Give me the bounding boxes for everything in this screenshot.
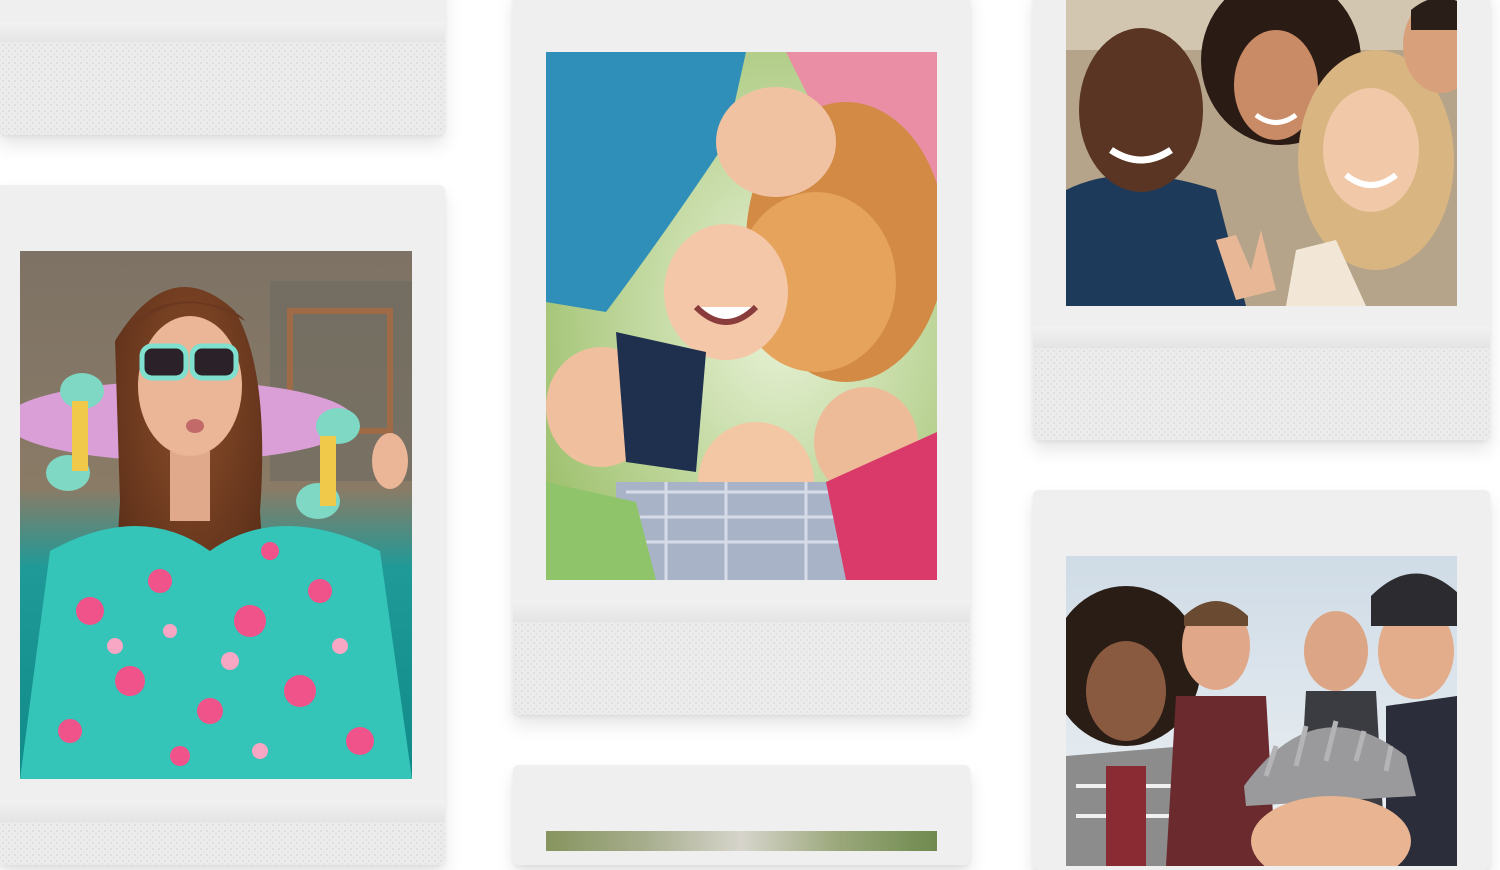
partial-photo-bottom-center bbox=[546, 831, 937, 851]
polaroid-caption-strip bbox=[0, 42, 445, 135]
polaroid-frame-top-left bbox=[0, 0, 445, 135]
polaroid-frame-bottom-center bbox=[513, 765, 970, 865]
polaroid-caption-strip bbox=[1033, 348, 1490, 440]
children-huddle-looking-down-photo bbox=[546, 52, 937, 580]
friends-selfie-group-photo bbox=[1066, 0, 1457, 306]
polaroid-frame-winter bbox=[1033, 490, 1490, 870]
polaroid-caption-strip bbox=[513, 622, 970, 715]
polaroid-frame-children bbox=[513, 0, 970, 715]
polaroid-frame-selfie bbox=[1033, 0, 1490, 440]
polaroid-frame-woman bbox=[0, 185, 445, 865]
friends-winter-hats-group-photo bbox=[1066, 556, 1457, 866]
woman-sunglasses-skateboard-photo bbox=[20, 251, 412, 779]
